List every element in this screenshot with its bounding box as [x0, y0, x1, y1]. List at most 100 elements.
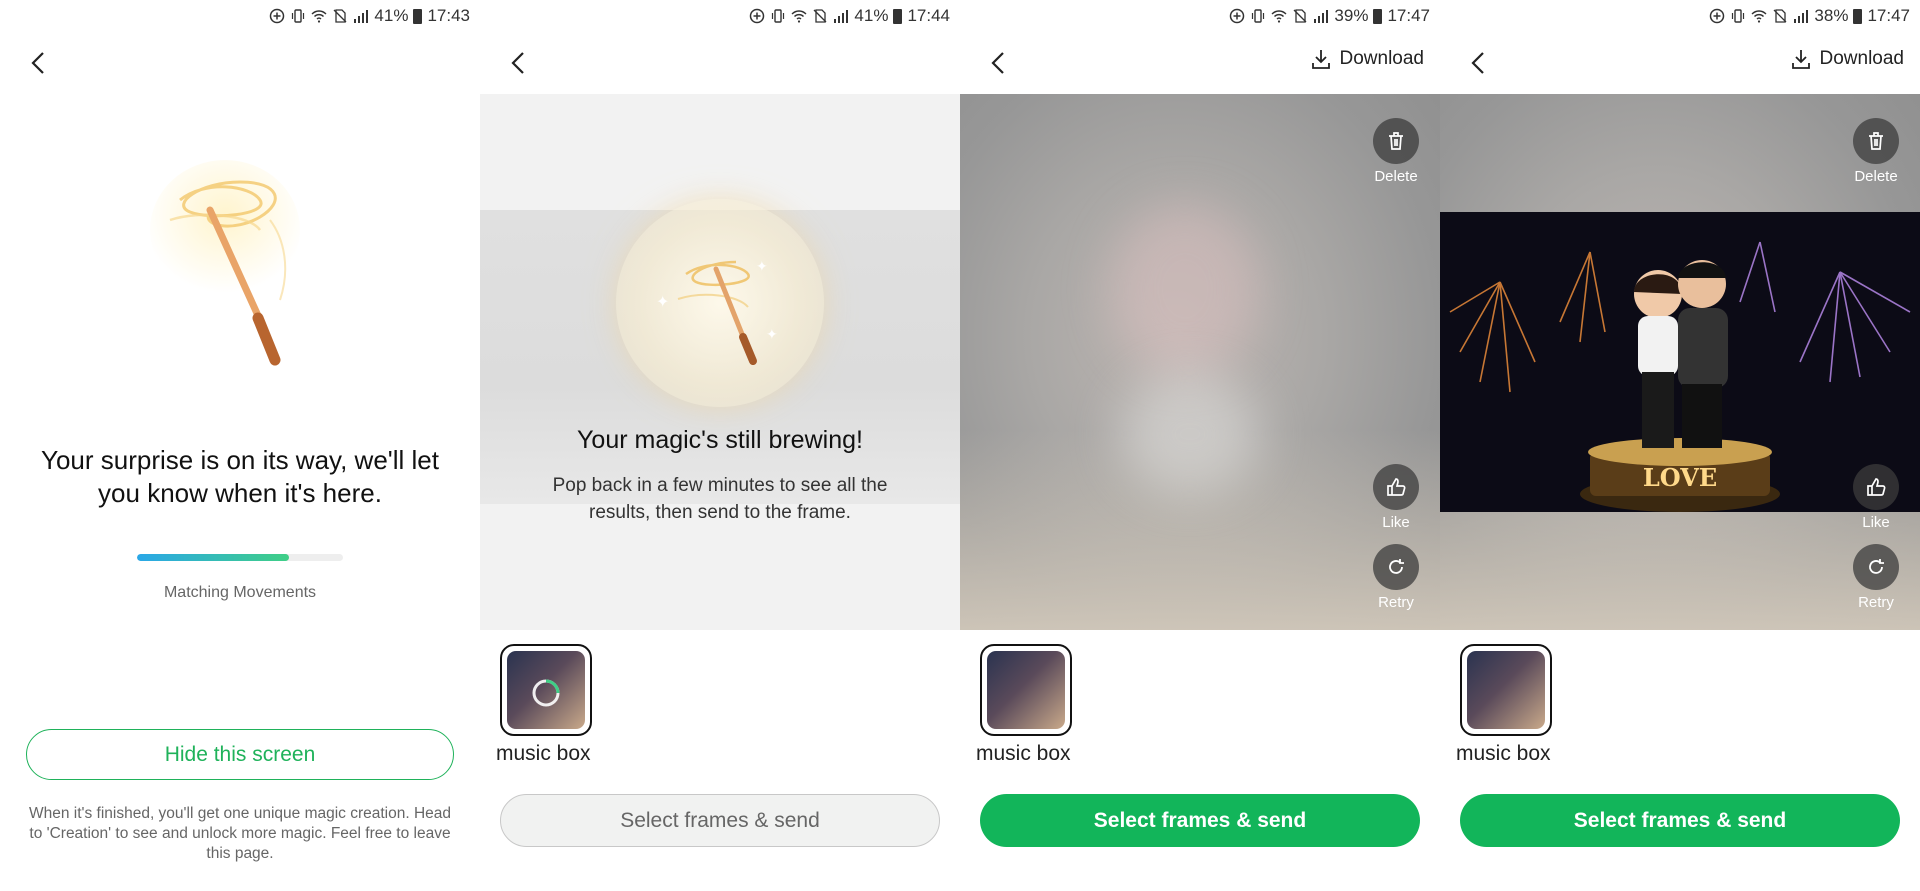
vibrate-icon — [1732, 9, 1745, 23]
panel-brewing: 41% 17:44 ✦ ✦ ✦ Your magic's still brewi… — [480, 0, 960, 891]
thumbs-up-icon — [1387, 478, 1406, 496]
panel-result-image: 38% 17:47 Download LOVE Delete Like Retr… — [1440, 0, 1920, 891]
progress-fill — [137, 554, 290, 561]
data-saver-icon — [270, 8, 285, 24]
like-label: Like — [1862, 514, 1890, 531]
thumbnail-label: music box — [496, 742, 591, 765]
battery-icon — [893, 8, 903, 24]
no-sim-icon — [813, 9, 827, 23]
retry-button[interactable]: Retry — [1850, 544, 1902, 611]
status-bar: 41% 17:44 — [749, 0, 950, 32]
download-label: Download — [1339, 48, 1425, 69]
thumbnail-image — [507, 651, 585, 729]
wifi-icon — [311, 10, 327, 23]
retry-label: Retry — [1858, 594, 1894, 611]
back-arrow-icon[interactable] — [1468, 50, 1490, 76]
thumbnail-image — [1467, 651, 1545, 729]
no-sim-icon — [333, 9, 347, 23]
clock: 17:47 — [1387, 6, 1430, 25]
clock: 17:47 — [1867, 6, 1910, 25]
loading-spinner-icon — [532, 679, 560, 707]
brewing-area: ✦ ✦ ✦ Your magic's still brewing! Pop ba… — [480, 94, 960, 630]
result-preview: LOVE Delete Like Retry — [1440, 94, 1920, 630]
delete-label: Delete — [1374, 168, 1418, 185]
screenshot-strip: 41% 17:43 Your surprise is on its way, w… — [0, 0, 1920, 891]
result-preview: Delete Like Retry — [960, 94, 1440, 630]
delete-button[interactable]: Delete — [1850, 118, 1902, 185]
battery-percent: 38% — [1814, 6, 1849, 25]
download-button[interactable]: Download — [1310, 48, 1425, 70]
select-frames-send-button[interactable]: Select frames & send — [500, 794, 940, 847]
retry-button[interactable]: Retry — [1370, 544, 1422, 611]
music-box-thumbnail[interactable] — [1460, 644, 1552, 736]
data-saver-icon — [1710, 8, 1725, 24]
svg-text:✦: ✦ — [766, 327, 778, 343]
top-bar: Download — [1440, 32, 1920, 94]
battery-icon — [413, 8, 423, 24]
wifi-icon — [1271, 10, 1287, 23]
hide-screen-button[interactable]: Hide this screen — [26, 729, 454, 780]
retry-icon — [1869, 559, 1884, 574]
like-button[interactable]: Like — [1850, 464, 1902, 531]
wifi-icon — [1751, 10, 1767, 23]
clock: 17:43 — [427, 6, 470, 25]
download-icon — [1311, 50, 1330, 69]
download-icon — [1791, 50, 1810, 69]
battery-percent: 41% — [374, 6, 409, 25]
top-bar — [0, 32, 480, 94]
download-button[interactable]: Download — [1790, 48, 1905, 70]
battery-icon — [1373, 8, 1383, 24]
vibrate-icon — [772, 9, 785, 23]
top-bar: Download — [960, 32, 1440, 94]
magic-wand-icon: ✦ ✦ ✦ — [656, 259, 778, 365]
back-arrow-icon[interactable] — [28, 50, 50, 76]
status-bar: 38% 17:47 — [1709, 0, 1910, 32]
thumbnail-image — [987, 651, 1065, 729]
battery-icon — [1853, 8, 1863, 24]
signal-icon — [354, 10, 369, 23]
status-bar: 41% 17:43 — [269, 0, 470, 32]
magic-orb: ✦ ✦ ✦ — [616, 199, 824, 407]
couple-music-box-image: LOVE — [1440, 212, 1920, 512]
brewing-text: Pop back in a few minutes to see all the… — [552, 475, 888, 523]
select-frames-send-button[interactable]: Select frames & send — [980, 794, 1420, 847]
back-arrow-icon[interactable] — [988, 50, 1010, 76]
waiting-message: Your surprise is on its way, we'll let y… — [40, 445, 439, 508]
panel-result-blurred: 39% 17:47 Download Delete Like Retry mus… — [960, 0, 1440, 891]
data-saver-icon — [1230, 8, 1245, 24]
brewing-title: Your magic's still brewing! — [577, 426, 863, 454]
clock: 17:44 — [907, 6, 950, 25]
music-box-thumbnail[interactable] — [980, 644, 1072, 736]
download-label: Download — [1819, 48, 1905, 69]
like-label: Like — [1382, 514, 1410, 531]
like-button[interactable]: Like — [1370, 464, 1422, 531]
signal-icon — [1314, 10, 1329, 23]
blur-shape — [1120, 374, 1260, 494]
battery-percent: 41% — [854, 6, 889, 25]
retry-label: Retry — [1378, 594, 1414, 611]
thumbnail-label: music box — [1456, 742, 1551, 765]
music-box-thumbnail[interactable] — [500, 644, 592, 736]
back-arrow-icon[interactable] — [508, 50, 530, 76]
no-sim-icon — [1773, 9, 1787, 23]
status-bar: 39% 17:47 — [1229, 0, 1430, 32]
svg-text:✦: ✦ — [756, 259, 768, 275]
thumbnail-label: music box — [976, 742, 1071, 765]
panel-generating: 41% 17:43 Your surprise is on its way, w… — [0, 0, 480, 891]
progress-bar — [137, 554, 343, 561]
delete-button[interactable]: Delete — [1370, 118, 1422, 185]
wifi-icon — [791, 10, 807, 23]
generated-image[interactable]: LOVE — [1440, 212, 1920, 512]
signal-icon — [834, 10, 849, 23]
trash-icon — [1869, 132, 1883, 150]
select-frames-send-button[interactable]: Select frames & send — [1460, 794, 1900, 847]
retry-icon — [1389, 559, 1404, 574]
data-saver-icon — [750, 8, 765, 24]
blur-shape — [1110, 204, 1260, 374]
no-sim-icon — [1293, 9, 1307, 23]
svg-text:✦: ✦ — [656, 292, 669, 311]
vibrate-icon — [292, 9, 305, 23]
vibrate-icon — [1252, 9, 1265, 23]
magic-wand-illustration — [150, 160, 300, 366]
info-note: When it's finished, you'll get one uniqu… — [28, 805, 452, 862]
